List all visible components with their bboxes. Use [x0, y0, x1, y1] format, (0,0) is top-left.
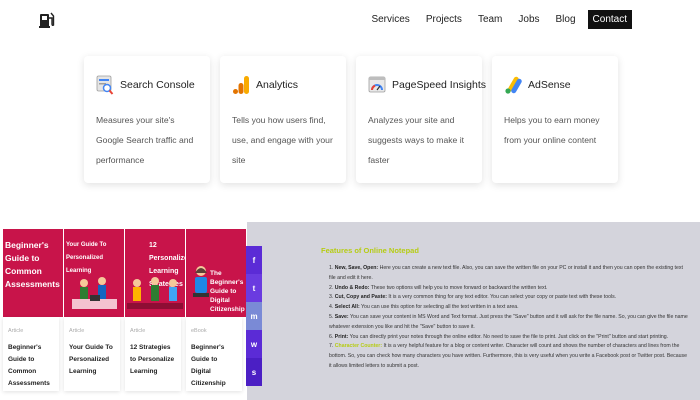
- post-thumbnail[interactable]: The Beginner's Guide to Digital Citizens…: [186, 229, 246, 317]
- card-title: PageSpeed Insights: [392, 79, 486, 91]
- feature-text: You can directly print your notes throug…: [348, 333, 669, 340]
- whatsapp-icon: w: [250, 339, 258, 349]
- feature-text: You can use this option for selecting al…: [359, 304, 519, 311]
- feature-item: 3. Cut, Copy and Paste: It is a very com…: [329, 294, 617, 301]
- post-body: Article Beginner's Guide to Common Asses…: [3, 317, 59, 391]
- feature-text: It is a very common thing for any text e…: [386, 294, 617, 301]
- post-body: Article Your Guide To Personalized Learn…: [64, 317, 120, 391]
- feature-text: It is a very helpful feature for a blog …: [329, 343, 688, 369]
- nav-link-projects[interactable]: Projects: [418, 11, 470, 28]
- post-title[interactable]: 12 Strategies to Personalize Learning: [130, 342, 176, 378]
- card-description: Measures your site's Google Search traff…: [96, 115, 194, 165]
- telegram-share-button[interactable]: s: [246, 358, 262, 386]
- feature-item: 4. Select All: You can use this option f…: [329, 304, 519, 311]
- send-icon: s: [251, 367, 257, 377]
- top-nav: Services Projects Team Jobs Blog Contact: [0, 0, 700, 38]
- blog-post[interactable]: The Beginner's Guide to Digital Citizens…: [186, 229, 246, 395]
- email-icon: m: [250, 311, 258, 321]
- post-title[interactable]: Your Guide To Personalized Learning: [69, 342, 115, 378]
- feature-item: 7. Character Counter: It is a very helpf…: [329, 343, 688, 369]
- thumbnail-title: The Beginner's Guide to Digital Citizens…: [210, 270, 245, 313]
- feature-item: 2. Undo & Redo: These two options will h…: [329, 284, 548, 291]
- post-body: eBook Beginner's Guide to Digital Citize…: [186, 317, 242, 391]
- tool-card-pagespeed[interactable]: PageSpeed Insights Analyzes your site an…: [356, 56, 486, 183]
- nav-link-services[interactable]: Services: [363, 11, 417, 28]
- nav-link-jobs[interactable]: Jobs: [510, 11, 547, 28]
- card-title: Search Console: [120, 79, 195, 91]
- post-meta: Article: [69, 328, 85, 334]
- post-meta: Article: [8, 328, 24, 334]
- tool-card-search-console[interactable]: Search Console Measures your site's Goog…: [84, 56, 210, 183]
- tool-card-adsense[interactable]: AdSense Helps you to earn money from you…: [492, 56, 618, 183]
- post-title[interactable]: Beginner's Guide to Common Assessments: [8, 342, 54, 390]
- pagespeed-icon: [368, 75, 386, 95]
- twitter-share-button[interactable]: t: [246, 274, 262, 302]
- feature-label: Cut, Copy and Paste:: [334, 294, 387, 301]
- blog-post[interactable]: Beginner's Guide to Common Assessments A…: [3, 229, 63, 395]
- students-illustration: [127, 277, 183, 309]
- people-illustration: [72, 277, 117, 309]
- post-body: Article 12 Strategies to Personalize Lea…: [125, 317, 181, 391]
- feature-list: 1. New, Save, Open: Here you can create …: [329, 264, 689, 372]
- feature-label: New, Save, Open:: [334, 265, 379, 271]
- feature-item: 1. New, Save, Open: Here you can create …: [329, 265, 683, 281]
- post-thumbnail[interactable]: Your Guide To Personalized Learning: [64, 229, 124, 317]
- whatsapp-share-button[interactable]: w: [246, 330, 262, 358]
- feature-label: Character Counter:: [334, 343, 383, 350]
- person-illustration: [193, 266, 209, 297]
- blog-post[interactable]: Your Guide To Personalized Learning Arti…: [64, 229, 124, 395]
- feature-text: These two options will help you to move …: [369, 284, 548, 291]
- feature-item: 5. Save: You can save your content in MS…: [329, 313, 688, 330]
- feature-label: Undo & Redo:: [334, 284, 370, 291]
- tool-card-analytics[interactable]: Analytics Tells you how users find, use,…: [220, 56, 346, 183]
- post-thumbnail[interactable]: 12 Personalized Learning Strategies: [125, 229, 185, 317]
- post-meta: eBook: [191, 328, 207, 334]
- post-meta: Article: [130, 328, 146, 334]
- article-panel: Features of Online Notepad 1. New, Save,…: [247, 222, 700, 400]
- article-heading: Features of Online Notepad: [321, 246, 419, 255]
- nav-link-blog[interactable]: Blog: [548, 11, 584, 28]
- feature-label: Print:: [334, 333, 349, 340]
- contact-button[interactable]: Contact: [587, 10, 632, 29]
- post-title[interactable]: Beginner's Guide to Digital Citizenship: [191, 342, 237, 390]
- blog-post[interactable]: 12 Personalized Learning Strategies Arti…: [125, 229, 185, 395]
- adsense-icon: [504, 75, 522, 95]
- feature-text: You can save your content in MS Word and…: [329, 313, 688, 330]
- facebook-share-button[interactable]: f: [246, 246, 262, 274]
- feature-label: Save:: [334, 313, 349, 320]
- feature-item: 6. Print: You can directly print your no…: [329, 333, 669, 340]
- analytics-icon: [232, 75, 250, 95]
- facebook-icon: f: [252, 255, 256, 265]
- fuel-pump-icon[interactable]: [39, 10, 55, 28]
- email-share-button[interactable]: m: [246, 302, 262, 330]
- card-title: Analytics: [256, 79, 299, 91]
- card-title: AdSense: [528, 79, 571, 91]
- feature-text: Here you can create a new text file. Als…: [329, 265, 683, 281]
- share-bar: f t m w s: [246, 246, 262, 386]
- search-console-icon: [96, 75, 114, 95]
- nav-link-team[interactable]: Team: [470, 11, 510, 28]
- card-description: Analyzes your site and suggests ways to …: [368, 115, 465, 165]
- card-description: Tells you how users find, use, and engag…: [232, 115, 333, 165]
- card-description: Helps you to earn money from your online…: [504, 115, 600, 145]
- feature-label: Select All:: [334, 304, 360, 311]
- nav-links: Services Projects Team Jobs Blog Contact: [363, 10, 632, 29]
- twitter-icon: t: [252, 283, 256, 293]
- thumbnail-title: Beginner's Guide to Common Assessments: [5, 240, 60, 289]
- post-thumbnail[interactable]: Beginner's Guide to Common Assessments: [3, 229, 63, 317]
- blog-row: Beginner's Guide to Common Assessments A…: [3, 229, 246, 395]
